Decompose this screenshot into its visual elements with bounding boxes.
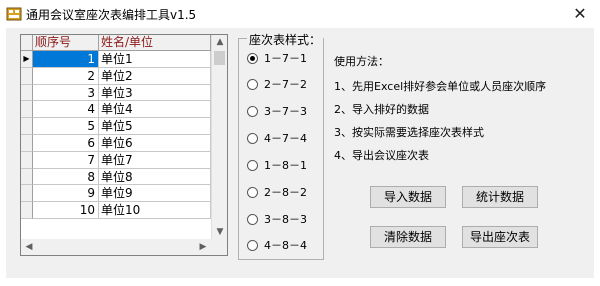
window-title: 通用会议室座次表编排工具v1.5 (26, 8, 197, 22)
radio-option[interactable]: 2－8－2 (247, 185, 307, 201)
radio-label: 4－8－4 (264, 239, 307, 252)
name-cell[interactable]: 单位6 (99, 134, 211, 152)
vertical-scrollbar[interactable]: ▲ ▼ (211, 35, 227, 239)
instructions-heading: 使用方法： (334, 55, 389, 68)
seq-cell[interactable]: 5 (33, 118, 99, 135)
scroll-up-icon[interactable]: ▲ (212, 35, 228, 49)
data-grid[interactable]: ▶ 顺序号 1 2 3 4 5 6 7 8 9 10 姓名/单位 单位1 单位2… (20, 34, 228, 256)
name-cell[interactable]: 单位2 (99, 67, 211, 85)
name-cell[interactable]: 单位7 (99, 151, 211, 169)
name-cell[interactable]: 单位1 (99, 51, 211, 68)
radio-option[interactable]: 2－7－2 (247, 77, 307, 93)
seq-header[interactable]: 顺序号 (33, 35, 99, 51)
title-bar: 通用会议室座次表编排工具v1.5 ✕ (0, 0, 600, 28)
radio-label: 3－7－3 (264, 105, 307, 118)
name-cell[interactable]: 单位9 (99, 185, 211, 203)
radio-option[interactable]: 1－7－1 (247, 51, 307, 67)
radio-icon (247, 239, 258, 251)
scroll-right-icon[interactable]: ▶ (195, 240, 211, 254)
name-cell[interactable]: 单位4 (99, 101, 211, 119)
radio-option[interactable]: 3－8－3 (247, 212, 307, 228)
client-area: ▶ 顺序号 1 2 3 4 5 6 7 8 9 10 姓名/单位 单位1 单位2… (6, 28, 594, 278)
name-cell[interactable]: 单位8 (99, 168, 211, 186)
app-icon (6, 7, 22, 21)
import-data-button[interactable]: 导入数据 (370, 186, 446, 208)
row-indicator[interactable] (21, 134, 33, 152)
scroll-thumb[interactable] (214, 51, 225, 65)
seq-cell[interactable]: 1 (33, 51, 99, 68)
radio-label: 4－7－4 (264, 132, 307, 145)
horizontal-scrollbar[interactable]: ◀ ▶ (21, 239, 211, 255)
scrollbar-corner (211, 239, 227, 255)
name-header[interactable]: 姓名/单位 (99, 35, 211, 51)
scroll-left-icon[interactable]: ◀ (21, 240, 37, 254)
radio-icon (247, 159, 258, 171)
grid-viewport: ▶ 顺序号 1 2 3 4 5 6 7 8 9 10 姓名/单位 单位1 单位2… (21, 35, 211, 239)
row-indicator[interactable] (21, 168, 33, 186)
seq-cell[interactable]: 2 (33, 67, 99, 85)
clear-data-button[interactable]: 清除数据 (370, 226, 446, 248)
seq-cell[interactable]: 9 (33, 185, 99, 203)
name-column: 姓名/单位 单位1 单位2 单位3 单位4 单位5 单位6 单位7 单位8 单位… (99, 35, 211, 219)
seq-cell[interactable]: 10 (33, 202, 99, 219)
radio-label: 1－8－1 (264, 159, 307, 172)
seq-cell[interactable]: 3 (33, 84, 99, 102)
name-cell[interactable]: 单位5 (99, 118, 211, 135)
row-indicator[interactable] (21, 67, 33, 85)
instruction-step: 4、导出会议座次表 (334, 149, 429, 162)
row-indicator[interactable] (21, 185, 33, 203)
radio-option[interactable]: 4－7－4 (247, 131, 307, 147)
scroll-down-icon[interactable]: ▼ (212, 225, 228, 239)
layout-style-group: 座次表样式： 1－7－1 2－7－2 3－7－3 4－7－4 1－8－1 2－8… (238, 31, 324, 260)
radio-label: 2－8－2 (264, 186, 307, 199)
radio-label: 2－7－2 (264, 78, 307, 91)
radio-icon (247, 132, 258, 144)
row-indicator-column: ▶ (21, 35, 33, 219)
radio-icon (247, 186, 258, 198)
radio-option[interactable]: 3－7－3 (247, 104, 307, 120)
name-cell[interactable]: 单位3 (99, 84, 211, 102)
radio-icon (247, 105, 258, 117)
row-indicator[interactable] (21, 101, 33, 119)
instruction-step: 2、导入排好的数据 (334, 103, 429, 116)
seq-cell[interactable]: 8 (33, 168, 99, 186)
radio-icon (247, 213, 258, 225)
radio-icon (247, 78, 258, 90)
radio-option[interactable]: 1－8－1 (247, 158, 307, 174)
name-cell[interactable]: 单位10 (99, 202, 211, 219)
stats-data-button[interactable]: 统计数据 (462, 186, 538, 208)
instruction-step: 1、先用Excel排好参会单位或人员座次顺序 (334, 80, 547, 93)
close-icon[interactable]: ✕ (560, 0, 600, 28)
row-indicator[interactable] (21, 151, 33, 169)
radio-label: 3－8－3 (264, 213, 307, 226)
seq-cell[interactable]: 7 (33, 151, 99, 169)
seq-cell[interactable]: 4 (33, 101, 99, 119)
instruction-step: 3、按实际需要选择座次表样式 (334, 126, 484, 139)
seq-cell[interactable]: 6 (33, 134, 99, 152)
radio-label: 1－7－1 (264, 52, 307, 65)
radio-option[interactable]: 4－8－4 (247, 238, 307, 254)
export-seating-button[interactable]: 导出座次表 (462, 226, 538, 248)
row-indicator[interactable] (21, 118, 33, 135)
group-label: 座次表样式： (247, 31, 323, 48)
indicator-header (21, 35, 33, 51)
radio-checked-icon (247, 52, 258, 64)
row-indicator[interactable] (21, 84, 33, 102)
seq-column: 顺序号 1 2 3 4 5 6 7 8 9 10 (33, 35, 99, 219)
row-indicator[interactable] (21, 202, 33, 219)
row-pointer-icon[interactable]: ▶ (21, 51, 33, 68)
